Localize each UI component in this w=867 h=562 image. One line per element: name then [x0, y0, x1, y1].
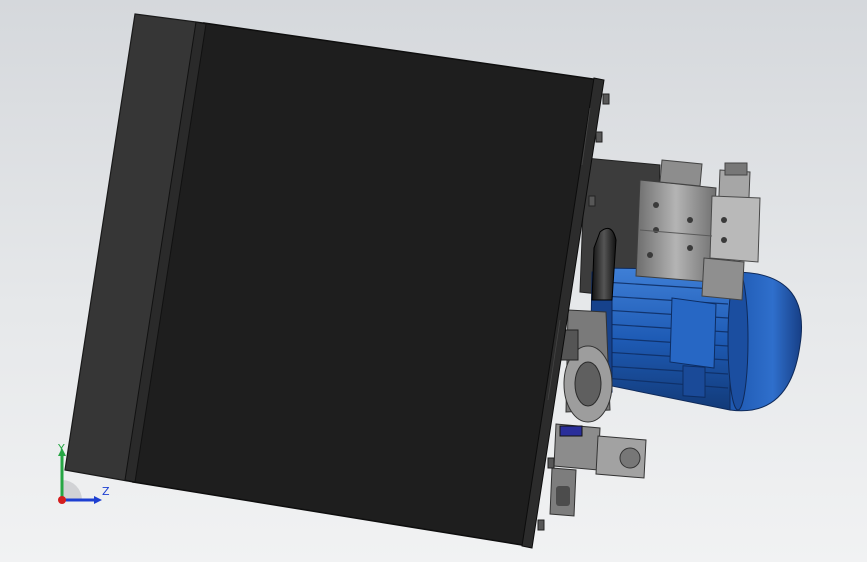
triad-z-label: Z [102, 485, 110, 498]
nameplate-label [559, 425, 583, 437]
electric-motor[interactable] [589, 267, 802, 412]
lower-manifold[interactable] [549, 423, 647, 517]
pump-bell-housing[interactable] [559, 309, 613, 423]
triad-z-arrow [94, 496, 102, 504]
hydraulic-power-unit-model[interactable] [0, 0, 867, 562]
triad-plane [62, 480, 82, 500]
triad-y-label: Y [58, 442, 65, 455]
triad-x-axis-dot [58, 496, 66, 504]
graphics-viewport[interactable]: Y Z [0, 0, 867, 562]
oil-tank[interactable] [124, 21, 605, 549]
